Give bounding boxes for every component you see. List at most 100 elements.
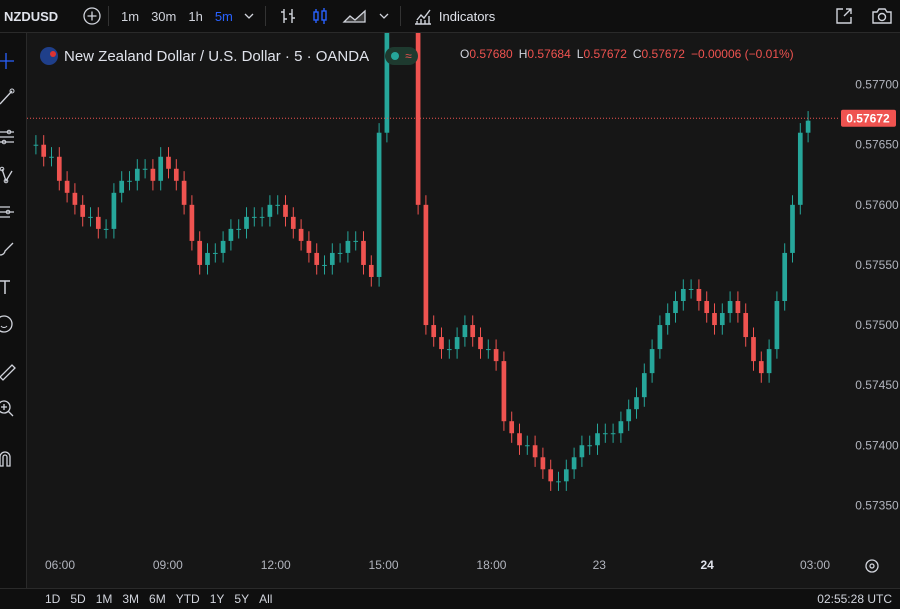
brush-tool-icon[interactable] [0,235,26,263]
candle-body [524,445,530,447]
area-chart-type-icon[interactable] [342,0,368,32]
candle-body [314,252,320,265]
price-tick-label: 0.57500 [855,318,899,332]
nz-us-flag-icon [40,47,58,65]
candle-body [158,156,164,181]
candle-body [634,397,639,410]
candle-body [696,288,702,302]
candle-body [751,337,756,362]
camera-icon[interactable] [871,0,893,32]
range-1m[interactable]: 1M [91,592,118,606]
low-value: 0.57672 [583,47,627,61]
candle-body [587,445,593,447]
range-6m[interactable]: 6M [144,592,171,606]
candle-body [306,240,312,253]
candle-body [665,313,671,326]
candle-body [735,301,741,314]
candle-body [119,180,125,193]
range-5d[interactable]: 5D [65,592,90,606]
range-1y[interactable]: 1Y [205,592,230,606]
candle-body [275,204,281,206]
candle-body [329,252,335,265]
forecast-tool-icon[interactable] [0,198,26,226]
interval-1m[interactable]: 1m [115,9,145,24]
candle-body [595,433,600,446]
candle-body [563,469,569,482]
range-1d[interactable]: 1D [40,592,65,606]
emoji-tool-icon[interactable] [0,310,26,338]
candle-body [376,132,382,277]
candle-body [579,445,585,458]
crosshair-tool-icon[interactable] [0,47,26,75]
time-tick-label: 12:00 [261,558,291,572]
interval-30m[interactable]: 30m [145,9,182,24]
candle-body [548,469,554,482]
candle-body [134,168,140,181]
symbol-search-button[interactable]: NZDUSD [4,9,74,24]
fib-retracement-tool-icon[interactable] [0,123,26,151]
chart-legend: New Zealand Dollar / U.S. Dollar · 5 · O… [40,44,418,68]
price-tick-label: 0.57450 [855,378,899,392]
drawing-toolbar [0,33,27,588]
candle-body [361,240,366,265]
chevron-down-icon[interactable] [378,0,390,32]
ruler-tool-icon[interactable] [0,357,26,385]
candle-body [205,252,210,265]
interval-1h[interactable]: 1h [182,9,208,24]
candle-body [49,156,54,158]
add-symbol-icon[interactable] [82,0,102,32]
candle-body [680,288,686,302]
candle-body [719,313,725,326]
candle-body [532,445,538,458]
price-tick-label: 0.57700 [855,78,899,92]
candle-body [688,288,694,290]
divider [399,6,401,26]
indicators-button[interactable]: Indicators [407,6,501,26]
range-3m[interactable]: 3M [117,592,144,606]
candles-chart-type-icon[interactable] [310,0,330,32]
range-all[interactable]: All [254,592,277,606]
interval-5m[interactable]: 5m [209,9,239,24]
last-price-label-text: 0.57672 [846,111,890,125]
zoom-in-tool-icon[interactable] [0,395,26,423]
price-axis[interactable]: 0.57700 0.57650 0.57600 0.57550 0.57500 0.574… [855,78,899,513]
market-status-badge[interactable]: ≈ [385,47,418,65]
time-axis[interactable]: 06:00 09:00 12:00 15:00 18:00 23 24 03:00 [45,558,830,572]
chevron-down-icon[interactable] [243,0,255,32]
candle-body [150,168,156,181]
bar-chart-type-icon[interactable] [278,0,298,32]
candle-body [797,132,803,205]
data-feed-icon: ≈ [405,49,412,63]
time-tick-label: 15:00 [369,558,399,572]
candle-body [142,168,148,170]
time-tick-label: 24 [700,558,714,572]
pattern-tool-icon[interactable] [0,161,26,189]
utc-clock[interactable]: 02:55:28 UTC [817,592,892,606]
open-key: O [460,47,470,61]
range-5y[interactable]: 5Y [229,592,254,606]
trend-line-tool-icon[interactable] [0,83,26,111]
settings-icon[interactable] [865,559,879,573]
price-chart[interactable]: 0.57700 0.57650 0.57600 0.57550 0.57500 0.574… [27,0,900,588]
magnet-tool-icon[interactable] [0,445,26,473]
candle-body [236,228,242,230]
chart-pane[interactable]: 0.57700 0.57650 0.57600 0.57550 0.57500 0.574… [27,0,900,588]
candle-body [64,180,70,193]
candle-body [33,144,39,146]
symbol-title[interactable]: New Zealand Dollar / U.S. Dollar · 5 · O… [64,48,369,65]
candle-body [41,144,47,157]
candle-body [72,192,78,205]
candle-body [290,216,296,229]
candle-body [610,433,616,435]
candle-body [368,264,374,277]
snapshot-share-icon[interactable] [834,0,854,32]
range-ytd[interactable]: YTD [171,592,205,606]
candle-body [626,409,632,422]
candle-body [298,228,304,241]
candle-body [345,240,351,253]
price-tick-label: 0.57550 [855,258,899,272]
text-tool-icon[interactable] [0,273,26,301]
time-tick-label: 23 [593,558,607,572]
price-tick-label: 0.57400 [855,438,899,452]
candle-body [509,421,515,434]
